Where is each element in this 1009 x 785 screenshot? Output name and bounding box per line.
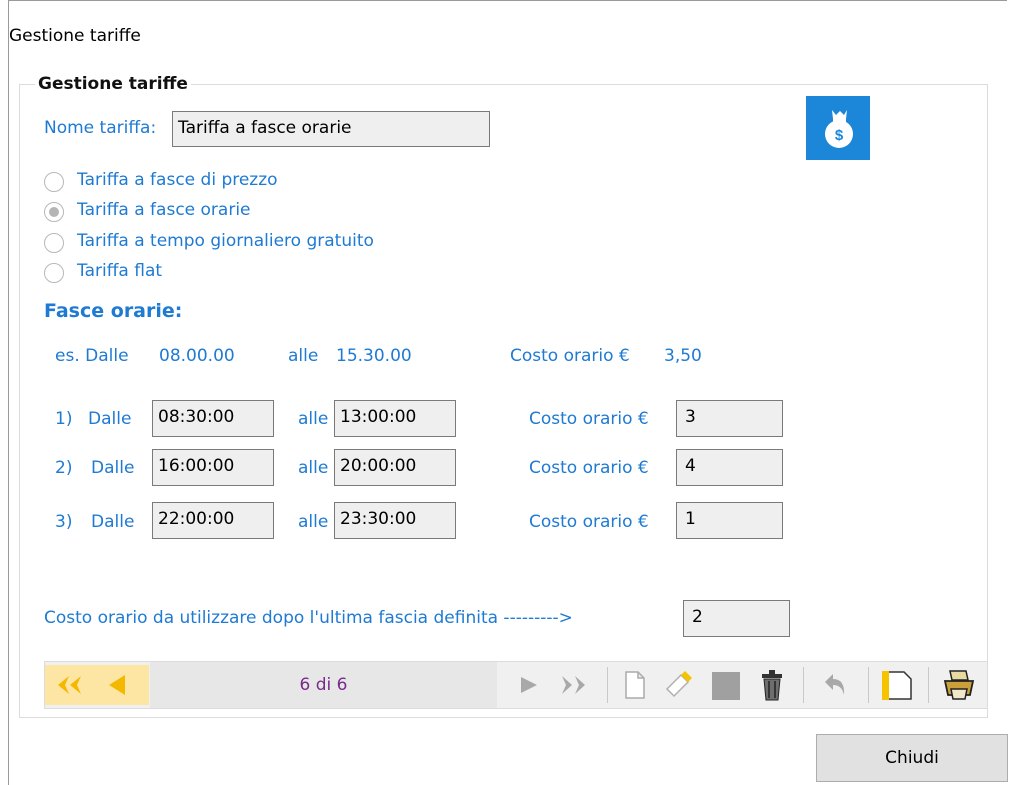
nav-separator — [607, 667, 608, 703]
fascia-3-to-input[interactable]: 23:30:00 — [334, 502, 456, 539]
fascia-1-cost-input[interactable]: 3 — [676, 400, 783, 437]
fascia-1-cost-label: Costo orario € — [529, 409, 649, 429]
fascia-2-cost-input[interactable]: 4 — [676, 449, 783, 486]
example-cost: 3,50 — [664, 346, 702, 366]
fascia-3-cost-input[interactable]: 1 — [676, 502, 783, 539]
radio-flat-label[interactable]: Tariffa flat — [77, 261, 162, 281]
print-icon[interactable] — [942, 669, 976, 701]
radio-fasce-orarie-label[interactable]: Tariffa a fasce orarie — [77, 200, 251, 220]
radio-fasce-prezzo-label[interactable]: Tariffa a fasce di prezzo — [77, 170, 278, 190]
bookmark-icon[interactable] — [880, 668, 916, 702]
fasce-orarie-heading: Fasce orarie: — [44, 300, 183, 322]
fascia-2-cost-label: Costo orario € — [529, 458, 649, 478]
nome-tariffa-input[interactable]: Tariffa a fasce orarie — [172, 111, 490, 147]
fascia-2-num: 2) — [55, 458, 73, 478]
fascia-1-alle: alle — [298, 409, 329, 429]
fascia-2-dalle: Dalle — [91, 458, 135, 478]
fascia-1-num: 1) — [55, 409, 73, 429]
fascia-1-dalle: Dalle — [88, 409, 132, 429]
save-record-icon[interactable] — [712, 672, 740, 700]
edit-record-icon[interactable] — [661, 669, 695, 701]
fascia-3-alle: alle — [298, 512, 329, 532]
undo-icon[interactable] — [820, 670, 850, 700]
last-record-icon[interactable] — [558, 673, 594, 697]
radio-tempo-gratuito-label[interactable]: Tariffa a tempo giornaliero gratuito — [77, 231, 374, 251]
svg-text:$: $ — [835, 127, 844, 144]
example-cost-label: Costo orario € — [510, 346, 630, 366]
close-button[interactable]: Chiudi — [816, 734, 1008, 782]
example-alle: alle — [288, 346, 319, 366]
example-from: 08.00.00 — [159, 346, 235, 366]
fascia-2-to-input[interactable]: 20:00:00 — [334, 449, 456, 486]
window-title: Gestione tariffe — [9, 26, 141, 46]
after-last-label: Costo orario da utilizzare dopo l'ultima… — [44, 608, 573, 628]
fascia-2-from-input[interactable]: 16:00:00 — [152, 449, 274, 486]
fascia-3-dalle: Dalle — [91, 512, 135, 532]
money-bag-icon: $ — [806, 96, 870, 160]
nav-separator — [803, 667, 804, 703]
record-position: 6 di 6 — [150, 662, 497, 708]
radio-fasce-prezzo[interactable] — [44, 172, 64, 192]
example-prefix: es. Dalle — [55, 346, 129, 366]
prev-record-icon[interactable] — [104, 672, 130, 698]
next-record-icon[interactable] — [516, 673, 542, 697]
example-to: 15.30.00 — [336, 346, 412, 366]
radio-flat[interactable] — [44, 263, 64, 283]
fascia-1-from-input[interactable]: 08:30:00 — [152, 400, 274, 437]
groupbox-title: Gestione tariffe — [35, 74, 191, 94]
nav-separator — [928, 667, 929, 703]
delete-record-icon[interactable] — [759, 668, 785, 702]
after-last-cost-input[interactable]: 2 — [683, 600, 790, 637]
nav-separator — [868, 667, 869, 703]
fascia-3-num: 3) — [55, 512, 73, 532]
first-record-icon[interactable] — [54, 673, 88, 697]
radio-fasce-orarie[interactable] — [44, 202, 64, 222]
nome-tariffa-label: Nome tariffa: — [44, 118, 157, 138]
fascia-2-alle: alle — [298, 458, 329, 478]
new-record-icon[interactable] — [622, 669, 648, 701]
fascia-3-from-input[interactable]: 22:00:00 — [152, 502, 274, 539]
fascia-3-cost-label: Costo orario € — [529, 512, 649, 532]
fascia-1-to-input[interactable]: 13:00:00 — [334, 400, 456, 437]
radio-tempo-gratuito[interactable] — [44, 233, 64, 253]
